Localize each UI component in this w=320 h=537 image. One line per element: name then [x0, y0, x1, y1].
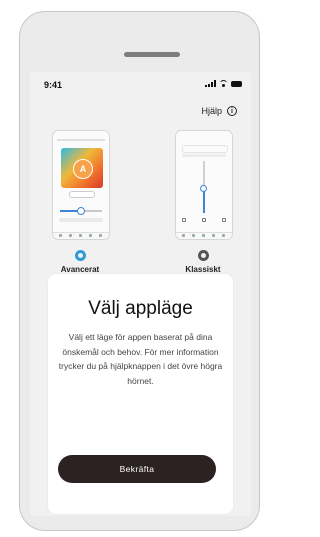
preview-status-bar — [53, 131, 109, 137]
preview-program-card: A — [61, 148, 103, 188]
preview-slider-knob — [77, 207, 85, 215]
wifi-icon — [219, 80, 228, 87]
preview-slider-knob — [200, 185, 207, 192]
app-screen: 9:41 Hjälp i A Avancerat Klassiskt Välj … — [30, 72, 251, 516]
advanced-option-label: Avancerat — [60, 265, 100, 274]
help-label: Hjälp — [201, 106, 222, 116]
classic-option-label: Klassiskt — [185, 265, 221, 274]
advanced-mode-preview[interactable]: A — [52, 130, 110, 240]
preview-status-bar — [176, 131, 232, 137]
confirm-button[interactable]: Bekräfta — [58, 455, 216, 483]
speaker-grille — [124, 52, 180, 57]
preview-program-selector — [182, 145, 228, 153]
status-bar: 9:41 — [30, 72, 251, 98]
mode-dialog: Välj appläge Välj ett läge för appen bas… — [48, 274, 233, 514]
preview-program-badge: A — [73, 159, 93, 179]
classic-radio[interactable] — [198, 250, 209, 261]
info-icon: i — [227, 106, 237, 116]
signal-icon — [205, 80, 216, 87]
preview-program-chip — [69, 191, 95, 198]
battery-icon — [231, 80, 242, 87]
preview-tabs — [59, 218, 103, 222]
status-icons — [205, 80, 242, 87]
preview-tabs — [182, 154, 226, 157]
phone-frame: 9:41 Hjälp i A Avancerat Klassiskt Välj … — [19, 11, 260, 531]
preview-header-line — [57, 139, 105, 141]
preview-nav-bar — [53, 232, 109, 239]
advanced-radio[interactable] — [75, 250, 86, 261]
status-time: 9:41 — [44, 80, 63, 90]
preview-nav-bar — [176, 232, 232, 239]
classic-mode-preview[interactable] — [175, 130, 233, 240]
preview-controls-row — [182, 218, 226, 222]
dialog-body: Välj ett läge för appen baserat på dina … — [58, 332, 223, 386]
preview-slider-fill — [203, 189, 205, 213]
help-button[interactable]: Hjälp i — [201, 106, 237, 116]
dialog-title: Välj appläge — [88, 298, 193, 319]
